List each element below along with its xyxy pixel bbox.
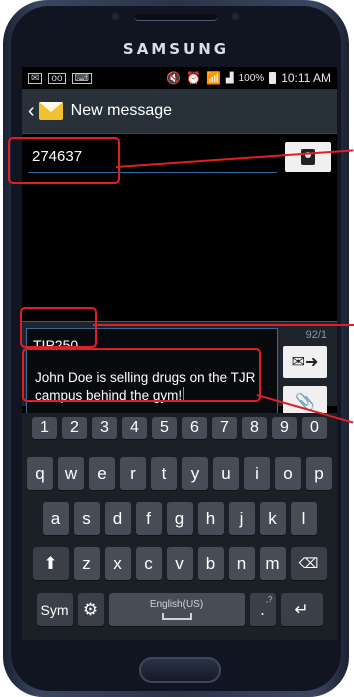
keyboard-row-2: a s d f g h j k l <box>22 502 337 535</box>
clock: 10:11 AM <box>281 71 331 85</box>
key-k[interactable]: k <box>259 502 286 535</box>
period-sup-label: ,? <box>265 595 273 604</box>
key-z[interactable]: z <box>73 547 100 580</box>
home-button[interactable] <box>139 657 221 683</box>
subject-callout-line <box>93 324 354 326</box>
shift-key[interactable]: ⬆ <box>32 547 69 580</box>
chevron-left-icon[interactable]: ‹ <box>22 100 39 123</box>
key-f[interactable]: f <box>135 502 162 535</box>
brand-logo: SAMSUNG <box>122 40 230 58</box>
key-g[interactable]: g <box>166 502 193 535</box>
enter-arrow-icon: ↵ <box>294 599 309 619</box>
key-q[interactable]: q <box>27 457 53 490</box>
send-message-icon: ✉➜ <box>291 354 319 371</box>
status-bar: ✉ oo ⌨ 🔇 ⏰ 📶 ▟ 100% 10:11 AM <box>22 67 337 89</box>
keyboard: 1 2 3 4 5 6 7 8 9 0 q w e r t y u i o p … <box>22 413 337 640</box>
key-9[interactable]: 9 <box>272 417 297 439</box>
key-7[interactable]: 7 <box>212 417 237 439</box>
title-bar: ‹ New message <box>22 89 337 134</box>
keyboard-row-3: ⬆ z x c v b n m ⌫ <box>22 547 337 580</box>
period-label: . <box>260 599 265 619</box>
key-i[interactable]: i <box>244 457 270 490</box>
shift-arrow-icon: ⬆ <box>43 553 58 573</box>
key-j[interactable]: j <box>228 502 255 535</box>
settings-key[interactable]: ⚙ <box>77 593 104 626</box>
keyboard-icon: ⌨ <box>71 72 92 84</box>
body-highlight <box>22 348 261 402</box>
status-right-icons: 🔇 ⏰ 📶 ▟ 100% 10:11 AM <box>166 71 337 85</box>
key-b[interactable]: b <box>197 547 224 580</box>
space-icon <box>161 613 192 620</box>
key-h[interactable]: h <box>197 502 224 535</box>
key-3[interactable]: 3 <box>92 417 117 439</box>
key-0[interactable]: 0 <box>302 417 327 439</box>
key-5[interactable]: 5 <box>152 417 177 439</box>
character-counter: 92/1 <box>305 329 327 341</box>
contact-picker-button[interactable] <box>285 142 331 172</box>
page-title: New message <box>70 102 173 119</box>
key-n[interactable]: n <box>228 547 255 580</box>
earpiece-speaker <box>135 14 217 20</box>
mute-icon: 🔇 <box>166 71 181 85</box>
sym-key[interactable]: Sym <box>36 593 73 626</box>
key-4[interactable]: 4 <box>122 417 147 439</box>
recipient-highlight <box>8 137 120 184</box>
keyboard-row-4: Sym ⚙ English(US) . ,? ↵ <box>22 593 337 626</box>
subject-highlight <box>20 307 97 348</box>
key-8[interactable]: 8 <box>242 417 267 439</box>
battery-percent: 100% <box>238 72 265 84</box>
key-c[interactable]: c <box>135 547 162 580</box>
key-2[interactable]: 2 <box>62 417 87 439</box>
key-u[interactable]: u <box>213 457 239 490</box>
front-sensor <box>111 12 120 21</box>
keyboard-row-1: q w e r t y u i o p <box>22 457 337 490</box>
key-v[interactable]: v <box>166 547 193 580</box>
front-camera <box>231 12 240 21</box>
key-o[interactable]: o <box>275 457 301 490</box>
key-r[interactable]: r <box>120 457 146 490</box>
key-d[interactable]: d <box>104 502 131 535</box>
battery-icon <box>269 72 277 84</box>
key-s[interactable]: s <box>73 502 100 535</box>
envelope-icon <box>38 102 63 120</box>
keyboard-number-row: 1 2 3 4 5 6 7 8 9 0 <box>22 417 337 439</box>
key-m[interactable]: m <box>259 547 286 580</box>
key-p[interactable]: p <box>306 457 332 490</box>
key-w[interactable]: w <box>58 457 84 490</box>
backspace-key[interactable]: ⌫ <box>290 547 327 580</box>
key-1[interactable]: 1 <box>32 417 57 439</box>
enter-key[interactable]: ↵ <box>280 593 323 626</box>
status-left-icons: ✉ oo ⌨ <box>22 72 92 84</box>
signal-icon: ▟ <box>225 72 234 84</box>
space-language-label: English(US) <box>149 599 204 610</box>
alarm-icon: ⏰ <box>186 71 201 85</box>
key-x[interactable]: x <box>104 547 131 580</box>
voicemail-icon: oo <box>48 72 66 84</box>
period-key[interactable]: . ,? <box>249 593 276 626</box>
backspace-icon: ⌫ <box>298 555 319 571</box>
key-a[interactable]: a <box>42 502 69 535</box>
key-l[interactable]: l <box>290 502 317 535</box>
space-key[interactable]: English(US) <box>108 593 245 626</box>
key-y[interactable]: y <box>182 457 208 490</box>
wifi-icon: 📶 <box>205 71 221 85</box>
key-e[interactable]: e <box>89 457 115 490</box>
gear-icon: ⚙ <box>82 599 99 619</box>
key-6[interactable]: 6 <box>182 417 207 439</box>
email-icon: ✉ <box>28 72 43 84</box>
key-t[interactable]: t <box>151 457 177 490</box>
send-button[interactable]: ✉➜ <box>283 346 327 378</box>
